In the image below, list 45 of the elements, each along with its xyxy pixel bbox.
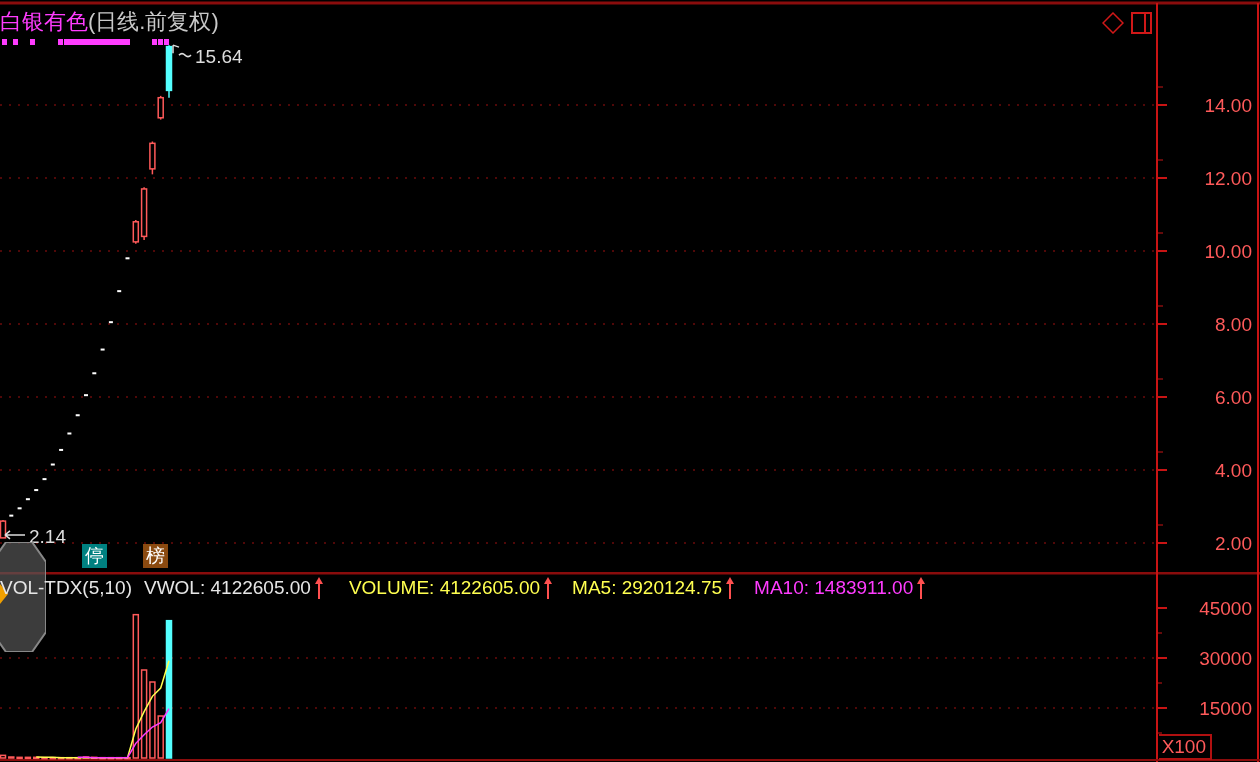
scale-multiplier: X100 [1158,734,1212,760]
indicator-reading: VWOL: 4122605.00 [144,576,311,600]
axis-label: 45000 [1199,598,1252,619]
price-label: 2.14 [29,525,66,547]
status-badge: 榜 [143,544,168,568]
price-candle [125,257,130,260]
price-candle [17,507,22,510]
status-badge: 停 [82,544,107,568]
indicator-reading: VOLUME: 4122605.00 [348,576,541,600]
arrow-up-icon [917,577,926,599]
indicator-reading: MA10: 1483911.00 [754,576,914,600]
price-candle [75,414,80,417]
price-candle [100,348,105,351]
split-window-icon[interactable] [1131,12,1152,34]
price-candle [34,489,39,492]
chart-period: (日线.前复权) [88,8,219,36]
price-candle [25,498,30,501]
arrow-up-icon [726,577,735,599]
arrow-up-icon [544,577,553,599]
axis-label: 4.00 [1215,460,1252,481]
price-candle [92,372,97,375]
axis-label: 15000 [1199,698,1252,719]
price-candle [42,478,47,481]
axis-label: 12.00 [1204,168,1252,189]
price-candle [84,394,88,397]
price-candle [117,290,122,293]
indicator-reading: MA5: 2920124.75 [572,576,723,600]
price-candle [9,514,14,517]
axis-label: 2.00 [1215,533,1252,554]
leader-arrow [4,530,26,540]
stock-name: 白银有色 [0,8,88,36]
price-candle [59,448,64,451]
diamond-icon[interactable] [1102,12,1124,34]
leader-arrow [172,44,192,58]
axis-label: 8.00 [1215,314,1252,335]
price-candle [149,140,156,176]
axis-label: 10.00 [1204,241,1252,262]
axis-label: 14.00 [1204,95,1252,116]
price-candle [108,321,113,324]
axis-label: 30000 [1199,648,1252,669]
price-label: 15.64 [195,46,243,68]
price-candle [67,432,72,435]
axis-label: 6.00 [1215,387,1252,408]
price-candle [50,463,55,466]
arrow-up-icon [314,577,323,599]
